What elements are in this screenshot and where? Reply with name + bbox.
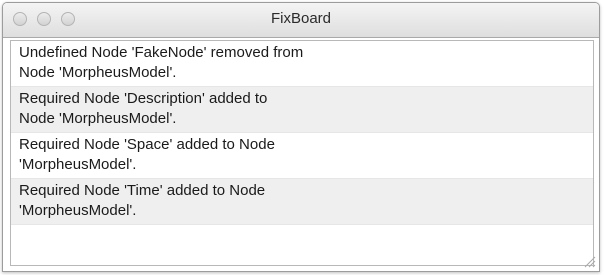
resize-grip-icon[interactable]: [582, 254, 596, 268]
window-title: FixBoard: [270, 10, 332, 27]
list-item[interactable]: Required Node 'Space' added to Node 'Mor…: [11, 133, 593, 179]
list-item[interactable]: Required Node 'Description' added to Nod…: [11, 87, 593, 133]
list-item[interactable]: Required Node 'Time' added to Node 'Morp…: [11, 179, 593, 225]
title-bar[interactable]: FixBoard: [3, 3, 599, 38]
fixboard-window: FixBoard Undefined Node 'FakeNode' remov…: [2, 2, 600, 272]
message-list[interactable]: Undefined Node 'FakeNode' removed from N…: [10, 40, 594, 266]
list-item[interactable]: Undefined Node 'FakeNode' removed from N…: [11, 41, 593, 87]
